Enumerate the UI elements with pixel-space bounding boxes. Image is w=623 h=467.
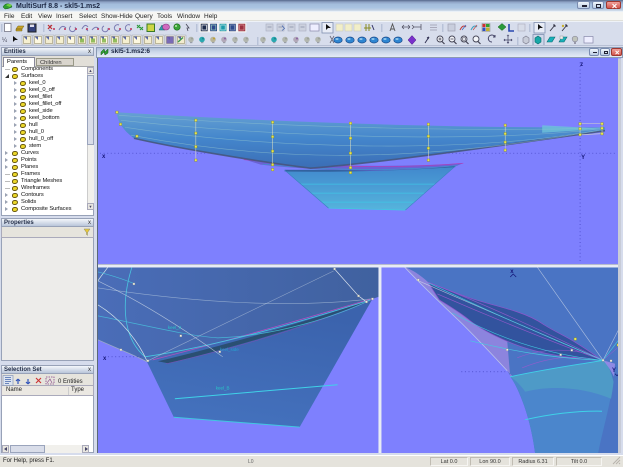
svg-text:x: x xyxy=(102,154,106,160)
svg-text:Y: Y xyxy=(612,368,616,374)
svg-text:0 Entities: 0 Entities xyxy=(58,379,83,385)
svg-text:keel_side: keel_side xyxy=(220,347,239,352)
svg-text:keel_B: keel_B xyxy=(216,386,230,391)
svg-text:z: z xyxy=(580,62,583,68)
svg-text:Y: Y xyxy=(581,155,585,161)
svg-text:keel_0: keel_0 xyxy=(168,325,182,330)
svg-text:x: x xyxy=(103,356,107,362)
